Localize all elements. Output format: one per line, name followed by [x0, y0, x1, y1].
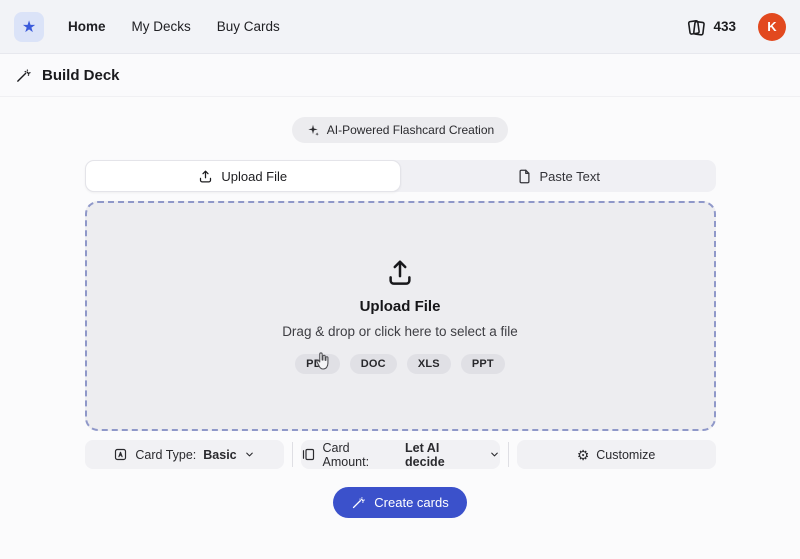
nav-right: 433 K — [686, 13, 786, 41]
hand-pointer-cursor-icon — [313, 351, 331, 372]
file-dropzone[interactable]: Upload File Drag & drop or click here to… — [85, 201, 716, 431]
tab-paste-text[interactable]: Paste Text — [401, 160, 716, 192]
file-text-icon — [517, 169, 532, 184]
sparkles-icon — [306, 123, 320, 137]
card-amount-label: Card Amount: — [323, 441, 399, 469]
ai-feature-badge: AI-Powered Flashcard Creation — [292, 117, 508, 143]
wand-icon — [15, 67, 32, 84]
input-mode-tabs: Upload File Paste Text — [85, 160, 716, 192]
star-icon: ★ — [22, 17, 36, 37]
upload-icon — [198, 169, 213, 184]
card-type-select[interactable]: Card Type: Basic — [85, 440, 284, 469]
customize-button[interactable]: ⚙ Customize — [517, 440, 716, 469]
nav-link-buy-cards[interactable]: Buy Cards — [217, 19, 280, 34]
card-type-value: Basic — [203, 448, 236, 462]
file-type-pill-ppt: PPT — [461, 354, 505, 374]
tab-label: Upload File — [221, 169, 287, 184]
wand-icon — [351, 495, 366, 510]
app-logo[interactable]: ★ — [14, 12, 44, 42]
tab-label: Paste Text — [540, 169, 600, 184]
card-amount-select[interactable]: Card Amount: Let AI decide — [301, 440, 500, 469]
chevron-down-icon — [244, 449, 255, 460]
page-header: Build Deck — [0, 54, 800, 97]
dropzone-subtitle: Drag & drop or click here to select a fi… — [282, 324, 518, 339]
nav-link-home[interactable]: Home — [68, 19, 106, 34]
file-type-pill-xls: XLS — [407, 354, 451, 374]
cards-icon — [686, 17, 706, 37]
tab-upload-file[interactable]: Upload File — [85, 160, 402, 192]
card-amount-value: Let AI decide — [405, 441, 481, 469]
nav-links: Home My Decks Buy Cards — [68, 19, 280, 34]
top-navigation: ★ Home My Decks Buy Cards 433 K — [0, 0, 800, 54]
credits-counter[interactable]: 433 — [686, 17, 736, 37]
chevron-down-icon — [489, 449, 500, 460]
avatar-initial: K — [767, 19, 776, 34]
badge-row: AI-Powered Flashcard Creation — [85, 117, 716, 143]
gear-icon: ⚙ — [577, 448, 590, 462]
dropzone-title: Upload File — [360, 298, 441, 315]
page-title: Build Deck — [42, 67, 120, 84]
nav-link-my-decks[interactable]: My Decks — [132, 19, 191, 34]
divider — [508, 442, 509, 467]
divider — [292, 442, 293, 467]
create-cards-button[interactable]: Create cards — [333, 487, 466, 518]
create-row: Create cards — [85, 487, 716, 518]
customize-label: Customize — [596, 448, 655, 462]
upload-icon — [385, 258, 415, 288]
main-content: AI-Powered Flashcard Creation Upload Fil… — [85, 117, 716, 518]
create-cards-label: Create cards — [374, 495, 448, 510]
file-type-pill-doc: DOC — [350, 354, 397, 374]
card-type-label: Card Type: — [135, 448, 196, 462]
badge-label: AI-Powered Flashcard Creation — [327, 123, 494, 137]
card-stack-icon — [301, 447, 316, 462]
avatar[interactable]: K — [758, 13, 786, 41]
credits-count: 433 — [713, 19, 736, 34]
flashcard-icon — [113, 447, 128, 462]
deck-options-row: Card Type: Basic Card Amount: Let AI dec… — [85, 440, 716, 469]
